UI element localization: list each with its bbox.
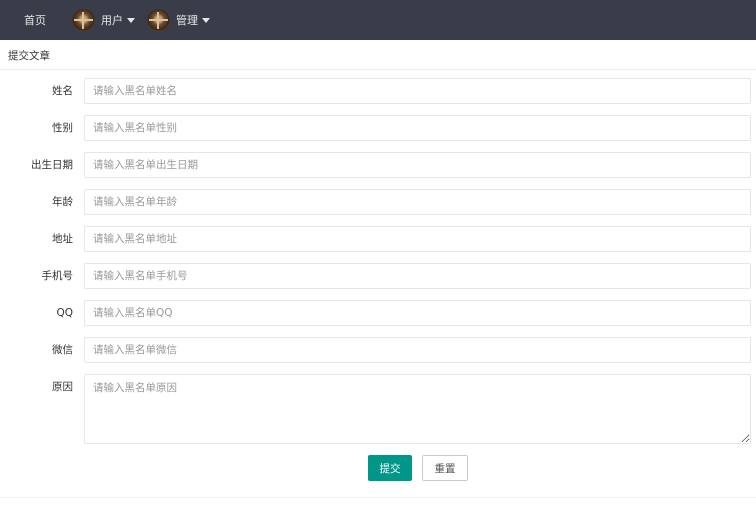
submit-button[interactable]: 提交 [368,455,412,481]
birthdate-input[interactable] [84,152,751,178]
nav-home-label: 首页 [24,14,46,27]
gender-label: 性别 [52,122,73,134]
address-input[interactable] [84,226,751,252]
form-row-wechat: 微信 [0,337,756,363]
nav-user-menu[interactable]: 用户 [72,0,135,40]
qq-label: QQ [56,307,73,319]
birthdate-label: 出生日期 [31,159,73,171]
phone-input[interactable] [84,263,751,289]
age-label: 年龄 [52,196,73,208]
admin-avatar [147,8,170,32]
nav-admin-label: 管理 [176,14,198,27]
phone-label: 手机号 [41,270,74,282]
nav-home-link[interactable]: 首页 [24,0,46,40]
qq-input[interactable] [84,300,751,326]
form-row-name: 姓名 [0,78,756,104]
user-avatar [72,8,95,32]
card-title: 提交文章 [8,49,50,62]
form-row-qq: QQ [0,300,756,326]
form-row-address: 地址 [0,226,756,252]
reason-label: 原因 [52,381,73,393]
top-nav: 首页 用户 管理 [0,0,756,40]
address-label: 地址 [52,233,73,245]
gender-input[interactable] [84,115,751,141]
chevron-down-icon [202,17,210,23]
reason-textarea[interactable] [84,374,751,444]
nav-user-label: 用户 [101,14,123,27]
form-row-birthdate: 出生日期 [0,152,756,178]
nav-admin-menu[interactable]: 管理 [147,0,210,40]
wechat-label: 微信 [52,344,73,356]
name-input[interactable] [84,78,751,104]
name-label: 姓名 [52,85,73,97]
reset-button[interactable]: 重置 [422,455,468,481]
form-row-age: 年龄 [0,189,756,215]
form-row-gender: 性别 [0,115,756,141]
card-header: 提交文章 [0,41,756,70]
wechat-input[interactable] [84,337,751,363]
divider [0,497,756,498]
chevron-down-icon [127,17,135,23]
form-row-phone: 手机号 [0,263,756,289]
age-input[interactable] [84,189,751,215]
form-row-reason: 原因 [0,374,756,444]
